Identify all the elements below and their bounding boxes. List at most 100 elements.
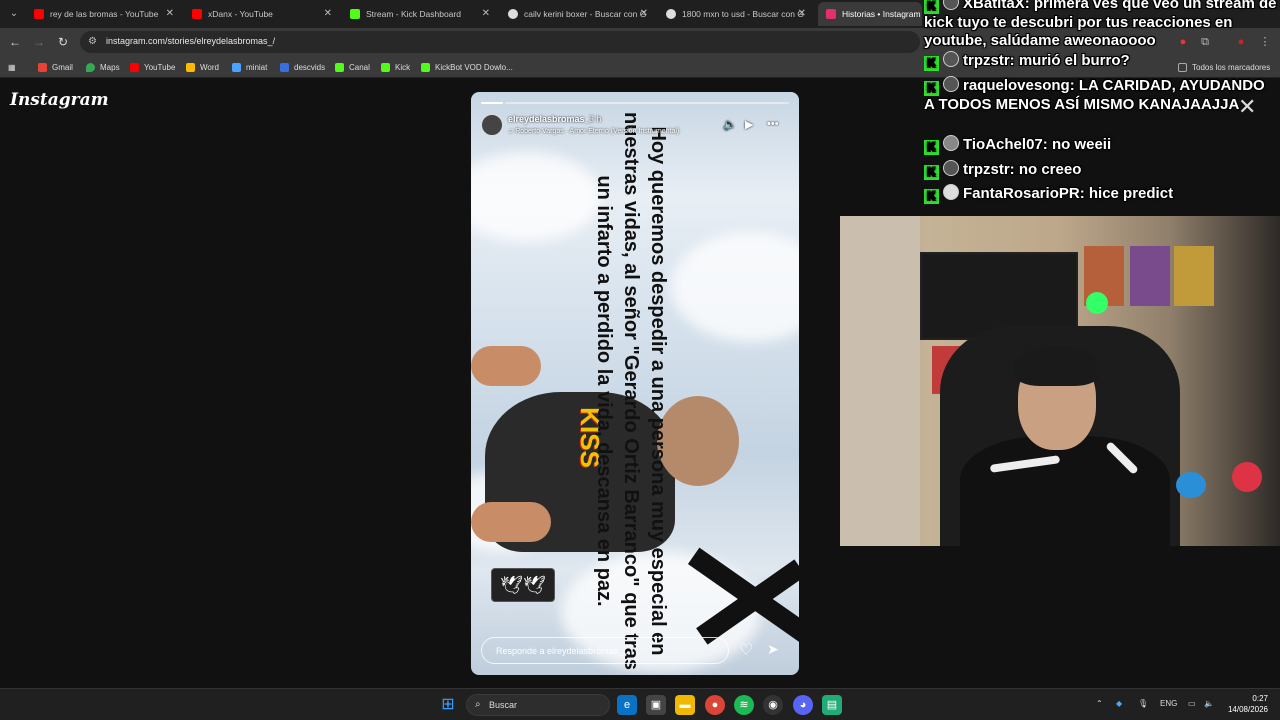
taskbar-search[interactable]: ⌕ Buscar — [466, 694, 610, 716]
bookmark-youtube[interactable]: YouTube — [130, 60, 175, 74]
bookmark-label: Canal — [349, 62, 370, 72]
chrome-icon[interactable]: ● — [705, 695, 725, 715]
mute-icon[interactable]: 🔈 — [723, 118, 737, 131]
bookmark-canal[interactable]: Canal — [335, 60, 370, 74]
story-reply-input[interactable]: Responde a elreydelasbromas_... — [481, 637, 729, 664]
kick-badge-icon: K — [924, 81, 939, 96]
kick-icon — [381, 62, 390, 72]
site-info-icon[interactable]: ⚙ — [88, 36, 97, 47]
kick-badge-icon: K — [924, 189, 939, 204]
volume-icon[interactable]: 🔈 — [1204, 699, 1214, 708]
bookmark-gmail[interactable]: Gmail — [38, 60, 73, 74]
webcam-poster — [1174, 246, 1214, 306]
app-icon[interactable]: ▤ — [822, 695, 842, 715]
bookmark-maps[interactable]: Maps — [86, 60, 120, 74]
reload-icon[interactable]: ↻ — [55, 34, 71, 50]
back-arrow-icon[interactable]: ← — [7, 34, 23, 50]
kick-icon — [421, 62, 430, 72]
instagram-logo[interactable]: Instagram — [10, 90, 109, 110]
user-avatar — [943, 184, 959, 200]
tab-label: xDanx - YouTube — [208, 9, 273, 19]
edge-icon[interactable]: e — [617, 695, 637, 715]
forward-arrow-icon[interactable]: → — [31, 34, 47, 50]
story-viewer[interactable]: KISS Hoy queremos despedir a una persona… — [471, 92, 799, 675]
chat-message: Ktrpzstr: no creeo — [924, 160, 1278, 180]
bookmark-miniat[interactable]: miniat — [232, 60, 267, 74]
bookmark-label: YouTube — [144, 62, 176, 72]
discord-icon[interactable]: ◕ — [793, 695, 813, 715]
chat-username: trpzstr — [963, 52, 1010, 69]
kick-badge-icon: K — [924, 140, 939, 155]
obs-icon[interactable]: ◉ — [763, 695, 783, 715]
bookmark-label: KickBot VOD Dowlo... — [435, 62, 513, 72]
tab-label: rey de las bromas - YouTube — [50, 9, 159, 19]
story-timestamp: 3 h — [589, 114, 602, 124]
word-icon — [186, 62, 195, 72]
chat-message: K XBatitaX: primera ves que veo un stream… — [924, 0, 1278, 50]
user-icon — [943, 160, 959, 176]
more-options-icon[interactable]: ••• — [767, 118, 779, 130]
windows-taskbar: ⊞ ⌕ Buscar e ▣ ▬ ● ≋ ◉ ◕ ▤ ⌃ ◆ 🎙 ENG ▭ 🔈… — [0, 688, 1280, 720]
chat-username: XBatitaX — [963, 0, 1025, 12]
bookmark-kickbot[interactable]: KickBot VOD Dowlo... — [421, 60, 513, 74]
tab-google-search-1[interactable]: cailv kerini boxer - Buscar con G ✕ — [500, 2, 656, 26]
chat-username: TioAchel07 — [963, 136, 1043, 153]
close-icon[interactable]: ✕ — [482, 8, 490, 19]
webcam-streamer-hair — [1014, 346, 1100, 386]
webcam-poster — [1130, 246, 1170, 306]
heart-icon[interactable]: ♡ — [739, 640, 753, 660]
spotify-icon[interactable]: ≋ — [734, 695, 754, 715]
bookmark-label: Kick — [395, 62, 411, 72]
bookmark-kick[interactable]: Kick — [381, 60, 410, 74]
monitor-icon[interactable]: ▭ — [1188, 699, 1196, 708]
google-icon — [666, 9, 676, 19]
bookmark-label: Gmail — [52, 62, 73, 72]
tab-google-search-2[interactable]: 1800 mxn to usd - Buscar con G ✕ — [658, 2, 814, 26]
taskbar-clock[interactable]: 0:27 14/08/2026 — [1224, 693, 1268, 715]
file-explorer-icon[interactable]: ▬ — [675, 695, 695, 715]
address-bar[interactable]: ⚙ instagram.com/stories/elreydelasbromas… — [80, 31, 920, 53]
close-icon[interactable]: ✕ — [798, 8, 806, 19]
close-icon[interactable]: ✕ — [640, 8, 648, 19]
tab-youtube-xdanx[interactable]: xDanx - YouTube ✕ — [184, 2, 340, 26]
clock-date: 14/08/2026 — [1227, 705, 1268, 714]
url-text[interactable]: instagram.com/stories/elreydelasbromas_/ — [106, 36, 275, 46]
kick-badge-icon: K — [924, 56, 939, 71]
tray-chevron-icon[interactable]: ⌃ — [1096, 699, 1103, 708]
apps-grid-icon[interactable]: ▦ — [8, 60, 16, 74]
bookmark-label: Maps — [100, 62, 120, 72]
kick-badge-icon: K — [924, 165, 939, 180]
story-username[interactable]: elreydelasbromas_ — [508, 114, 590, 124]
google-icon — [508, 9, 518, 19]
chat-text: hice predict — [1088, 185, 1174, 202]
tab-kick-dashboard[interactable]: Stream - Kick Dashboard ✕ — [342, 2, 498, 26]
tab-search-chevron-icon[interactable]: ⌄ — [6, 6, 22, 22]
chat-username: FantaRosarioPR — [963, 185, 1080, 202]
story-progress-filled — [481, 102, 503, 104]
language-indicator[interactable]: ENG — [1160, 699, 1177, 708]
bookmark-descvids[interactable]: descvids — [280, 60, 325, 74]
chat-message: K TioAchel07: no weeii — [924, 135, 1278, 155]
webcam-door — [840, 216, 920, 546]
story-avatar[interactable] — [481, 114, 503, 136]
search-placeholder: Buscar — [489, 700, 518, 710]
tab-instagram-stories[interactable]: Historias • Instagram — [818, 2, 922, 26]
close-icon[interactable]: ✕ — [324, 8, 332, 19]
webcam-light — [1086, 292, 1108, 314]
close-story-icon[interactable]: ✕ — [1238, 94, 1256, 120]
chat-username: trpzstr — [963, 161, 1010, 178]
close-icon[interactable]: ✕ — [166, 8, 174, 19]
tab-youtube-rey[interactable]: rey de las bromas - YouTube ✕ — [26, 2, 182, 26]
store-icon[interactable]: ▣ — [646, 695, 666, 715]
send-icon[interactable]: ➤ — [767, 641, 779, 658]
youtube-icon — [34, 9, 44, 19]
bookmark-word[interactable]: Word — [186, 60, 219, 74]
tray-app-icon[interactable]: ◆ — [1116, 699, 1122, 708]
play-icon[interactable]: ▶ — [745, 118, 753, 131]
microphone-icon[interactable]: 🎙 — [1138, 699, 1148, 708]
user-avatar — [943, 135, 959, 151]
tab-label: Historias • Instagram — [842, 9, 921, 19]
reply-placeholder: Responde a elreydelasbromas_... — [496, 646, 631, 656]
story-music-label[interactable]: ♫ Roberto Vargas · Amor Eterno (Versión … — [508, 128, 679, 135]
windows-start-icon[interactable]: ⊞ — [438, 695, 458, 715]
